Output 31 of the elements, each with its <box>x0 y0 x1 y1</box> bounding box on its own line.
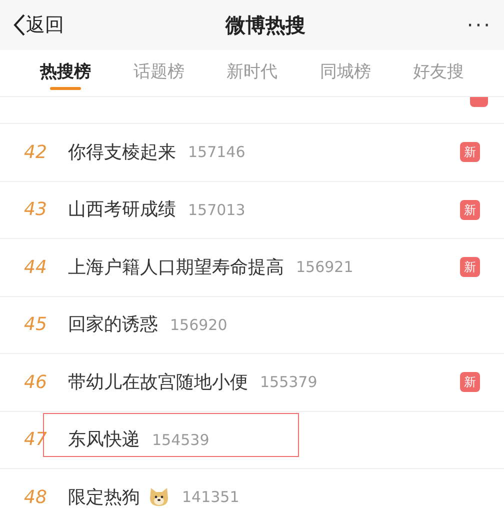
topic-title[interactable]: 山西考研成绩 <box>68 196 176 224</box>
search-count: 157146 <box>188 142 246 163</box>
new-badge: 新 <box>460 372 480 392</box>
active-tab-underline <box>50 87 81 90</box>
topic-title[interactable]: 你得支棱起来 <box>68 138 176 166</box>
search-count: 156920 <box>170 314 228 336</box>
page-title: 微博热搜 <box>225 12 306 39</box>
search-count: 155379 <box>260 372 318 393</box>
search-count: 154539 <box>152 430 210 450</box>
dog-face-icon <box>148 486 170 508</box>
back-icon <box>12 13 26 37</box>
rank-number: 42 <box>24 140 48 165</box>
rank-number: 45 <box>24 313 48 338</box>
new-badge: 新 <box>460 257 480 278</box>
rank-number: 44 <box>24 256 48 280</box>
more-button[interactable]: ··· <box>466 10 492 40</box>
new-badge: 新 <box>460 200 480 220</box>
rank-number: 48 <box>24 486 48 510</box>
rank-number: 46 <box>24 370 48 395</box>
back-button[interactable]: 返回 <box>12 10 64 40</box>
new-badge: 新 <box>460 142 480 162</box>
topic-title[interactable]: 回家的诱惑 <box>68 311 158 338</box>
search-count: 157013 <box>188 200 246 220</box>
topic-title[interactable]: 东风快递 <box>68 426 140 454</box>
tab[interactable]: 热搜榜 <box>40 50 91 96</box>
search-count: 156921 <box>296 257 354 278</box>
topic-title[interactable]: 上海户籍人口期望寿命提高 <box>68 254 284 281</box>
rank-number: 43 <box>24 198 48 222</box>
topic-title[interactable]: 限定热狗 <box>68 484 140 511</box>
topic-title[interactable]: 带幼儿在故宫随地小便 <box>68 368 248 396</box>
search-count: 141351 <box>182 487 240 508</box>
